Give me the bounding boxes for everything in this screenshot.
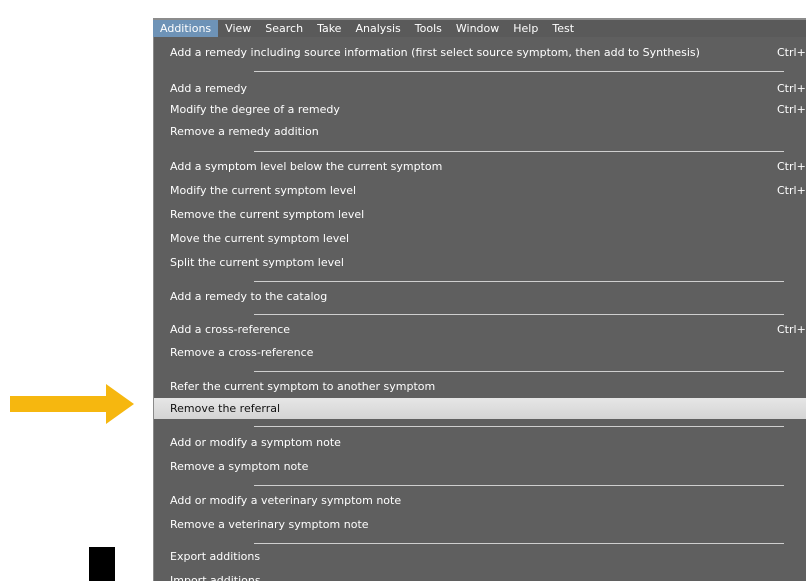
- menu-item-import-additions[interactable]: Import additions: [154, 570, 806, 581]
- menu-item-remove-symptom-level[interactable]: Remove the current symptom level: [154, 204, 806, 225]
- menu-item-label: Add a remedy: [170, 82, 248, 95]
- menu-view[interactable]: View: [218, 20, 258, 37]
- menu-item-label: Add a cross-reference: [170, 323, 291, 336]
- menu-item-shortcut: Ctrl+F9: [777, 103, 806, 116]
- menu-item-shortcut: Ctrl+F11: [777, 184, 806, 197]
- menu-item-shortcut: Ctrl+F12: [777, 323, 806, 336]
- menu-tools[interactable]: Tools: [408, 20, 449, 37]
- menu-item-label: Remove a remedy addition: [170, 125, 319, 138]
- menu-separator: [254, 371, 784, 372]
- menu-help[interactable]: Help: [506, 20, 545, 37]
- menu-window[interactable]: Window: [449, 20, 506, 37]
- arrow-right-icon: [10, 384, 134, 424]
- menu-item-modify-symptom-level[interactable]: Modify the current symptom level Ctrl+F1…: [154, 180, 806, 201]
- menu-item-move-symptom-level[interactable]: Move the current symptom level: [154, 228, 806, 249]
- menu-item-label: Add a remedy including source informatio…: [170, 46, 700, 59]
- menu-item-label: Add or modify a veterinary symptom note: [170, 494, 402, 507]
- menu-item-shortcut: Ctrl+F8: [777, 82, 806, 95]
- menu-item-label: Remove a symptom note: [170, 460, 309, 473]
- menu-item-remove-referral[interactable]: Remove the referral: [154, 398, 806, 419]
- menu-item-label: Export additions: [170, 550, 261, 563]
- menu-item-label: Import additions: [170, 574, 261, 581]
- menu-separator: [254, 426, 784, 427]
- menu-item-add-symptom-note[interactable]: Add or modify a symptom note: [154, 432, 806, 453]
- menu-item-label: Modify the degree of a remedy: [170, 103, 340, 116]
- menu-additions[interactable]: Additions: [153, 20, 219, 37]
- menu-item-remove-symptom-note[interactable]: Remove a symptom note: [154, 456, 806, 477]
- menu-item-export-additions[interactable]: Export additions: [154, 546, 806, 567]
- additions-dropdown-menu: Add a remedy including source informatio…: [153, 37, 806, 581]
- menu-analysis[interactable]: Analysis: [348, 20, 407, 37]
- menu-item-label: Move the current symptom level: [170, 232, 350, 245]
- menu-item-add-remedy-with-source[interactable]: Add a remedy including source informatio…: [154, 42, 806, 63]
- menu-item-add-cross-reference[interactable]: Add a cross-reference Ctrl+F12: [154, 319, 806, 340]
- menu-test[interactable]: Test: [545, 20, 581, 37]
- menu-item-label: Split the current symptom level: [170, 256, 344, 269]
- menu-item-label: Modify the current symptom level: [170, 184, 357, 197]
- menu-item-add-remedy-to-catalog[interactable]: Add a remedy to the catalog: [154, 286, 806, 307]
- menu-item-remove-cross-reference[interactable]: Remove a cross-reference: [154, 342, 806, 363]
- menu-item-add-symptom-level[interactable]: Add a symptom level below the current sy…: [154, 156, 806, 177]
- menu-item-label: Remove the current symptom level: [170, 208, 365, 221]
- menu-item-label: Add a remedy to the catalog: [170, 290, 328, 303]
- menu-item-refer-symptom[interactable]: Refer the current symptom to another sym…: [154, 376, 806, 397]
- menu-item-modify-remedy-degree[interactable]: Modify the degree of a remedy Ctrl+F9: [154, 99, 806, 120]
- menu-item-label: Remove a cross-reference: [170, 346, 314, 359]
- menu-take[interactable]: Take: [310, 20, 348, 37]
- menu-item-remove-veterinary-note[interactable]: Remove a veterinary symptom note: [154, 514, 806, 535]
- menu-item-label: Add a symptom level below the current sy…: [170, 160, 443, 173]
- black-mark: [89, 547, 115, 581]
- menu-separator: [254, 485, 784, 486]
- menu-item-split-symptom-level[interactable]: Split the current symptom level: [154, 252, 806, 273]
- menu-item-remove-remedy-addition[interactable]: Remove a remedy addition: [154, 121, 806, 142]
- menu-separator: [254, 281, 784, 282]
- menu-separator: [254, 71, 784, 72]
- menu-item-label: Refer the current symptom to another sym…: [170, 380, 436, 393]
- menu-item-label: Remove a veterinary symptom note: [170, 518, 369, 531]
- menu-item-add-remedy[interactable]: Add a remedy Ctrl+F8: [154, 78, 806, 99]
- menu-separator: [254, 314, 784, 315]
- menu-separator: [254, 151, 784, 152]
- menu-item-label: Add or modify a symptom note: [170, 436, 341, 449]
- menu-item-label: Remove the referral: [170, 402, 281, 415]
- menu-item-shortcut: Ctrl+F7: [777, 46, 806, 59]
- menu-search[interactable]: Search: [258, 20, 310, 37]
- menu-item-add-veterinary-note[interactable]: Add or modify a veterinary symptom note: [154, 490, 806, 511]
- menu-bar: Additions View Search Take Analysis Tool…: [153, 18, 806, 37]
- menu-item-shortcut: Ctrl+F10: [777, 160, 806, 173]
- menu-separator: [254, 543, 784, 544]
